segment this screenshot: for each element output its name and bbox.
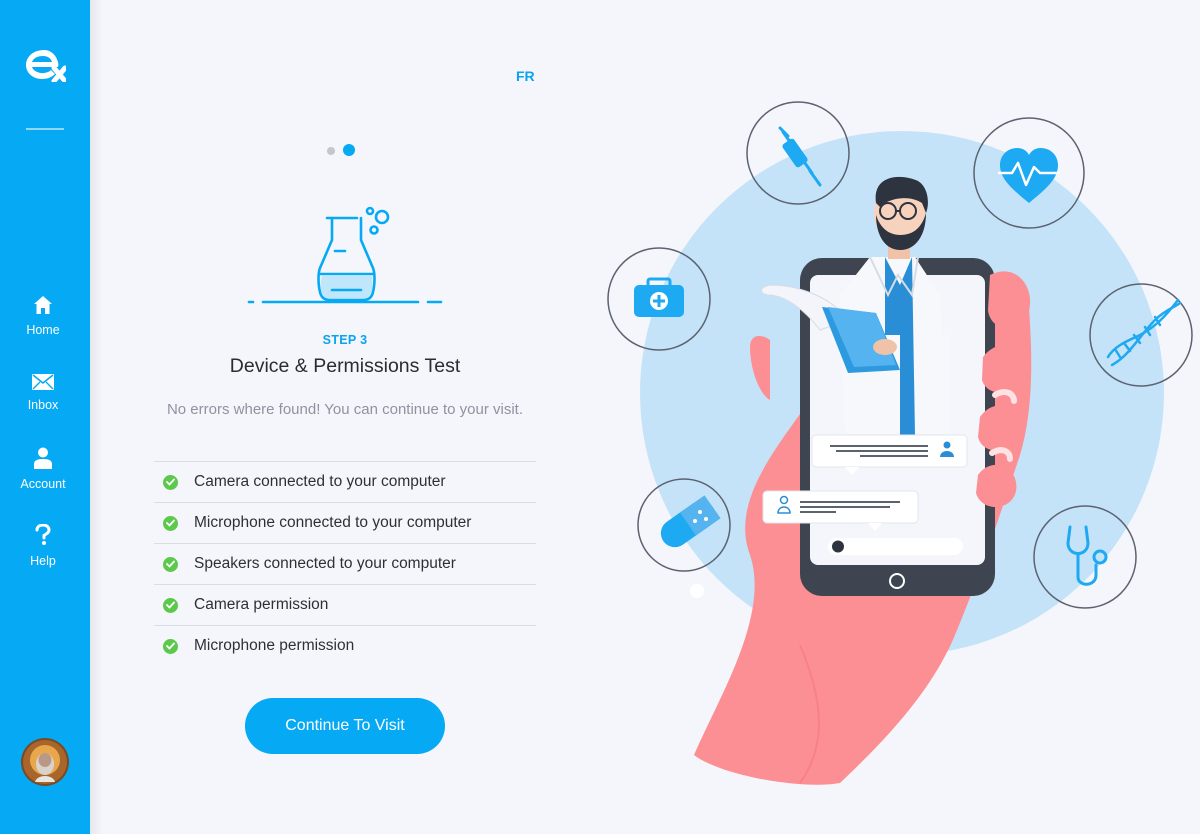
check-icon <box>163 515 178 531</box>
flask-icon <box>247 206 443 304</box>
check-icon <box>163 597 178 613</box>
sidebar-item-label: Inbox <box>27 398 59 412</box>
check-label: Camera permission <box>194 596 329 613</box>
sidebar: Home Inbox Account Help <box>0 0 90 834</box>
list-item: Camera connected to your computer <box>154 461 536 502</box>
step-indicator <box>327 144 367 158</box>
language-toggle[interactable]: FR <box>516 68 535 84</box>
page-title: Device & Permissions Test <box>229 355 461 377</box>
sidebar-item-home[interactable]: Home <box>0 295 86 339</box>
sidebar-item-inbox[interactable]: Inbox <box>0 374 86 414</box>
list-item: Camera permission <box>154 584 536 625</box>
check-icon <box>163 638 178 654</box>
user-icon <box>34 447 52 469</box>
check-icon <box>163 556 178 572</box>
sidebar-item-label: Home <box>26 323 60 337</box>
step-dot-inactive <box>327 147 335 155</box>
avatar-image <box>21 738 69 786</box>
telemedicine-illustration <box>607 101 1193 785</box>
step-label: STEP 3 <box>322 333 368 347</box>
sidebar-item-label: Account <box>20 477 66 491</box>
check-icon <box>163 474 178 490</box>
step-dot-active <box>343 144 355 156</box>
continue-to-visit-button[interactable]: Continue To Visit <box>245 698 445 754</box>
page-subtitle: No errors where found! You can continue … <box>166 401 524 418</box>
check-label: Microphone connected to your computer <box>194 514 472 531</box>
sidebar-item-help[interactable]: Help <box>0 524 86 570</box>
list-item: Microphone permission <box>154 625 536 666</box>
sidebar-item-label: Help <box>30 554 56 568</box>
home-icon <box>34 296 52 314</box>
sidebar-divider <box>26 128 64 130</box>
mail-icon <box>32 374 54 390</box>
check-label: Microphone permission <box>194 637 355 654</box>
avatar[interactable] <box>21 738 69 786</box>
help-icon <box>35 524 51 545</box>
sidebar-item-account[interactable]: Account <box>0 447 86 493</box>
brand-logo-icon[interactable] <box>24 46 66 82</box>
list-item: Speakers connected to your computer <box>154 543 536 584</box>
check-label: Camera connected to your computer <box>194 473 446 490</box>
list-item: Microphone connected to your computer <box>154 502 536 543</box>
check-label: Speakers connected to your computer <box>194 555 456 572</box>
permission-checklist: Camera connected to your computer Microp… <box>154 461 536 666</box>
